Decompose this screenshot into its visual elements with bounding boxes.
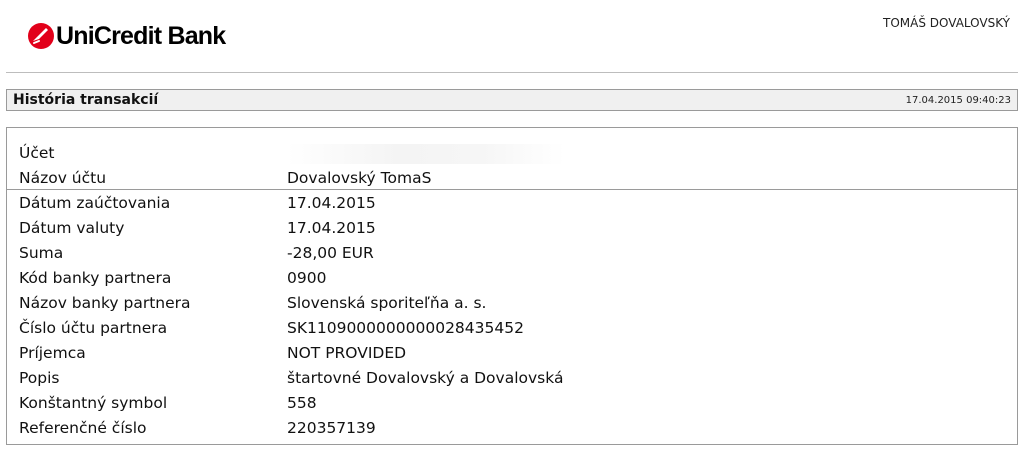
row-divider bbox=[7, 189, 1017, 190]
user-name: TOMÁŠ DOVALOVSKÝ bbox=[883, 16, 1010, 30]
detail-value-account bbox=[287, 141, 565, 166]
unicredit-logo-icon bbox=[28, 23, 54, 49]
detail-label: Kód banky partnera bbox=[19, 269, 172, 287]
detail-value: 17.04.2015 bbox=[287, 219, 376, 237]
detail-label: Účet bbox=[19, 144, 55, 162]
detail-row: Referenčné číslo 220357139 bbox=[19, 416, 565, 441]
unicredit-logo: UniCredit Bank bbox=[27, 22, 226, 50]
detail-row: Dátum valuty 17.04.2015 bbox=[19, 216, 565, 241]
detail-row: Dátum zaúčtovania 17.04.2015 bbox=[19, 191, 565, 216]
detail-row-account: Účet bbox=[19, 141, 565, 166]
transaction-details: Účet Názov účtu Dovalovský TomaS Dátum z… bbox=[6, 127, 1018, 445]
detail-label: Popis bbox=[19, 369, 60, 387]
timestamp: 17.04.2015 09:40:23 bbox=[905, 95, 1011, 106]
detail-value: Dovalovský TomaS bbox=[287, 169, 432, 187]
details-table: Účet Názov účtu Dovalovský TomaS Dátum z… bbox=[19, 141, 565, 441]
masked-account-number bbox=[287, 143, 565, 164]
detail-label: Suma bbox=[19, 244, 64, 262]
detail-row: Konštantný symbol 558 bbox=[19, 391, 565, 416]
detail-value: 17.04.2015 bbox=[287, 194, 376, 212]
detail-value: 558 bbox=[287, 394, 317, 412]
detail-row: Suma -28,00 EUR bbox=[19, 241, 565, 266]
detail-label: Príjemca bbox=[19, 344, 86, 362]
detail-label: Dátum valuty bbox=[19, 219, 125, 237]
detail-row: Číslo účtu partnera SK110900000000002843… bbox=[19, 316, 565, 341]
detail-value: SK1109000000000028435452 bbox=[287, 319, 524, 337]
page-title: História transakcií bbox=[13, 92, 159, 108]
detail-label: Názov účtu bbox=[19, 169, 107, 187]
detail-label: Referenčné číslo bbox=[19, 419, 147, 437]
detail-value: 220357139 bbox=[287, 419, 376, 437]
header-divider bbox=[6, 72, 1018, 73]
detail-value: štartovné Dovalovský a Dovalovská bbox=[287, 369, 564, 387]
detail-row: Názov účtu Dovalovský TomaS bbox=[19, 166, 565, 191]
detail-label: Názov banky partnera bbox=[19, 294, 191, 312]
brand-name: UniCredit Bank bbox=[56, 22, 226, 50]
detail-value: -28,00 EUR bbox=[287, 244, 374, 262]
section-header: História transakcií 17.04.2015 09:40:23 bbox=[6, 89, 1018, 111]
detail-value: NOT PROVIDED bbox=[287, 344, 407, 362]
detail-row: Príjemca NOT PROVIDED bbox=[19, 341, 565, 366]
detail-label: Číslo účtu partnera bbox=[19, 319, 168, 337]
detail-row: Popis štartovné Dovalovský a Dovalovská bbox=[19, 366, 565, 391]
detail-label: Dátum zaúčtovania bbox=[19, 194, 171, 212]
detail-row: Názov banky partnera Slovenská sporiteľň… bbox=[19, 291, 565, 316]
detail-value: 0900 bbox=[287, 269, 327, 287]
detail-row: Kód banky partnera 0900 bbox=[19, 266, 565, 291]
detail-value: Slovenská sporiteľňa a. s. bbox=[287, 294, 487, 312]
detail-label: Konštantný symbol bbox=[19, 394, 168, 412]
